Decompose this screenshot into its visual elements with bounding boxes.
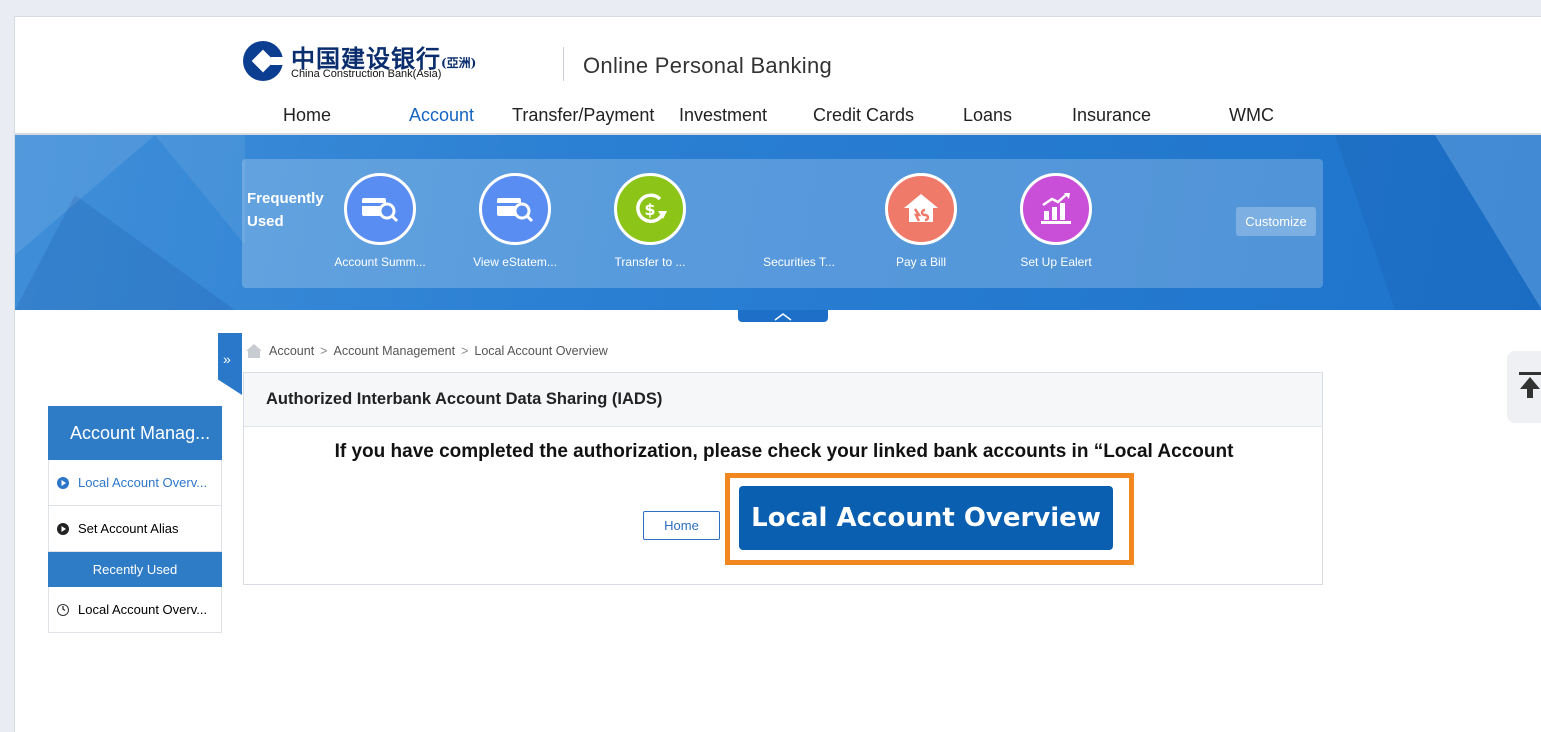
breadcrumb-current: Local Account Overview	[474, 344, 608, 358]
panel-title: Authorized Interbank Account Data Sharin…	[244, 373, 1322, 427]
brand-name-en: China Construction Bank(Asia)	[291, 68, 442, 80]
banner: Frequently Used Account Summ... View eSt…	[15, 135, 1541, 310]
nav-investment[interactable]: Investment	[679, 105, 767, 126]
statement-search-icon	[497, 198, 534, 223]
frequently-used-title: Frequently Used	[247, 190, 324, 230]
account-search-icon	[362, 198, 399, 223]
shortcut-label[interactable]: Account Summ...	[334, 255, 425, 269]
main-nav: Home Account Transfer/Payment Investment…	[15, 103, 1541, 135]
expand-sidebar-toggle[interactable]: »	[218, 333, 242, 395]
chart-alert-icon	[1041, 193, 1071, 224]
browser-page: 中国建设银行(亞洲) China Construction Bank(Asia)…	[14, 16, 1541, 732]
bank-logo[interactable]: 中国建设银行(亞洲) China Construction Bank(Asia)…	[241, 39, 832, 83]
ccb-logo-icon	[243, 41, 285, 81]
shortcut-label[interactable]: Transfer to ...	[615, 255, 686, 269]
nav-loans[interactable]: Loans	[963, 105, 1012, 126]
recent-item-local-account-overview[interactable]: Local Account Overv...	[48, 587, 222, 633]
nav-insurance[interactable]: Insurance	[1072, 105, 1151, 126]
menu-item-local-account-overview[interactable]: Local Account Overv...	[48, 460, 222, 506]
menu-item-label: Set Account Alias	[78, 521, 179, 536]
set-up-ealert-shortcut[interactable]	[1020, 173, 1092, 245]
breadcrumb-account-management[interactable]: Account Management	[333, 344, 455, 358]
collapse-banner-toggle[interactable]	[738, 310, 828, 322]
transfer-money-icon: $	[636, 193, 667, 223]
left-menu: Account Manag... Local Account Overv... …	[48, 406, 222, 633]
menu-item-label: Local Account Overv...	[78, 602, 208, 617]
account-summary-shortcut[interactable]	[344, 173, 416, 245]
left-menu-title[interactable]: Account Manag...	[48, 406, 222, 460]
play-circle-icon	[57, 522, 69, 535]
arrow-to-top-icon	[1519, 372, 1541, 398]
shortcut-label[interactable]: Pay a Bill	[896, 255, 946, 269]
shortcut-label-securities[interactable]: Securities T...	[763, 255, 835, 269]
home-button[interactable]: Home	[643, 511, 720, 540]
transfer-shortcut[interactable]: $	[614, 173, 686, 245]
pay-bill-shortcut[interactable]	[885, 173, 957, 245]
nav-account[interactable]: Account	[409, 105, 474, 126]
clock-icon	[57, 603, 69, 616]
breadcrumb-separator: >	[461, 344, 469, 358]
breadcrumb: Account > Account Management > Local Acc…	[245, 343, 608, 359]
recently-used-header: Recently Used	[48, 552, 222, 587]
home-icon[interactable]	[245, 343, 263, 359]
frequently-used-panel: Frequently Used Account Summ... View eSt…	[242, 159, 1323, 288]
chevron-up-icon	[774, 313, 792, 321]
local-account-overview-button[interactable]: Local Account Overview	[739, 486, 1113, 550]
back-to-top-button[interactable]	[1507, 351, 1541, 423]
logo-divider	[563, 47, 564, 81]
nav-wmc[interactable]: WMC	[1229, 105, 1274, 126]
shortcut-label[interactable]: Set Up Ealert	[1020, 255, 1091, 269]
breadcrumb-separator: >	[320, 344, 328, 358]
menu-item-set-account-alias[interactable]: Set Account Alias	[48, 506, 222, 552]
site-title: Online Personal Banking	[583, 53, 833, 78]
svg-text:$: $	[644, 200, 655, 219]
nav-credit-cards[interactable]: Credit Cards	[813, 105, 914, 126]
menu-item-label: Local Account Overv...	[78, 475, 208, 490]
view-estatement-shortcut[interactable]	[479, 173, 551, 245]
breadcrumb-account[interactable]: Account	[269, 344, 314, 358]
bill-house-icon	[904, 194, 938, 222]
authorization-message: If you have completed the authorization,…	[334, 441, 1234, 462]
customize-button[interactable]: Customize	[1236, 207, 1316, 236]
iads-panel: Authorized Interbank Account Data Sharin…	[243, 372, 1323, 585]
shortcut-label[interactable]: View eStatem...	[473, 255, 557, 269]
nav-home[interactable]: Home	[283, 105, 331, 126]
nav-transfer-payment[interactable]: Transfer/Payment	[512, 105, 654, 126]
play-circle-icon	[57, 476, 69, 489]
double-chevron-right-icon: »	[223, 351, 231, 367]
